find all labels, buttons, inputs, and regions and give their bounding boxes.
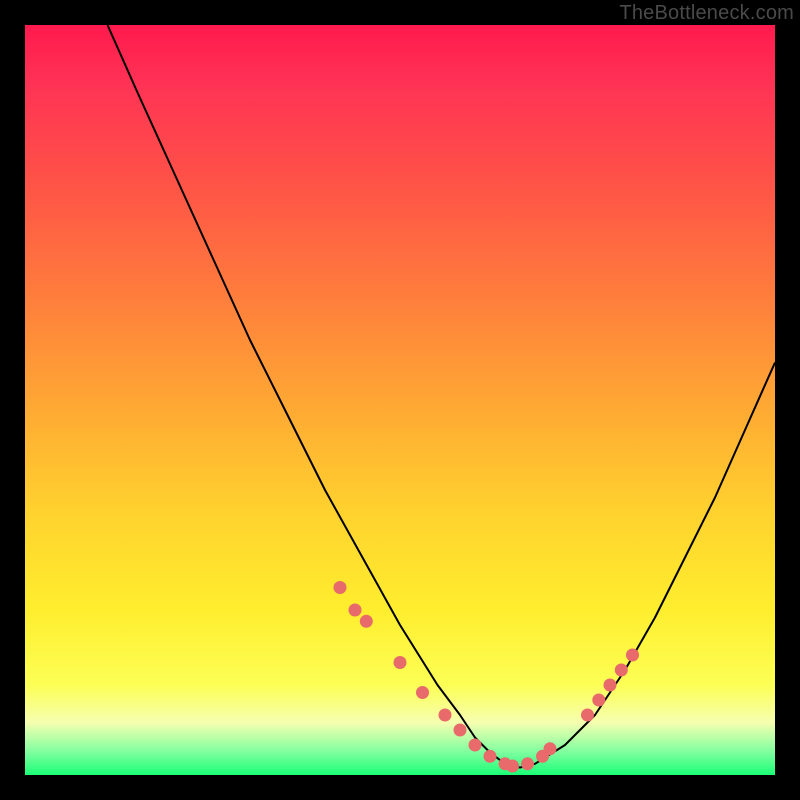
marker-dot [439, 709, 452, 722]
marker-dots-group [334, 581, 640, 773]
marker-dot [544, 742, 557, 755]
marker-dot [581, 709, 594, 722]
bottleneck-curve-line [108, 25, 776, 768]
marker-dot [349, 604, 362, 617]
marker-dot [334, 581, 347, 594]
marker-dot [360, 615, 373, 628]
marker-dot [604, 679, 617, 692]
marker-dot [592, 694, 605, 707]
chart-frame: TheBottleneck.com [0, 0, 800, 800]
marker-dot [416, 686, 429, 699]
marker-dot [394, 656, 407, 669]
marker-dot [626, 649, 639, 662]
watermark-text: TheBottleneck.com [619, 2, 794, 25]
marker-dot [454, 724, 467, 737]
marker-dot [484, 750, 497, 763]
bottleneck-curve-path [108, 25, 776, 768]
chart-svg [25, 25, 775, 775]
marker-dot [615, 664, 628, 677]
marker-dot [469, 739, 482, 752]
marker-dot [506, 760, 519, 773]
marker-dot [521, 757, 534, 770]
plot-area [25, 25, 775, 775]
